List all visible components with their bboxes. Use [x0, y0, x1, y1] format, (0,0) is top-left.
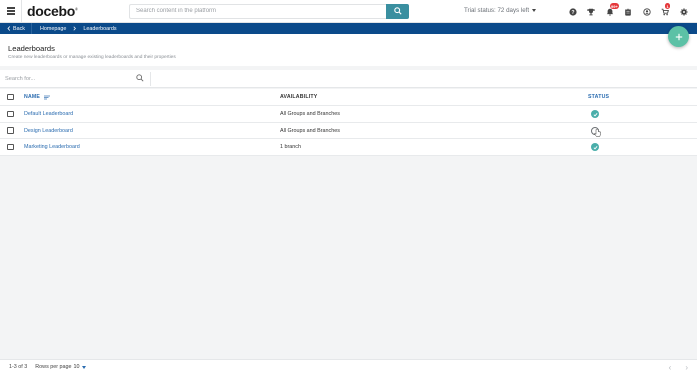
- breadcrumb-homepage[interactable]: Homepage: [40, 26, 66, 32]
- search-button[interactable]: [386, 3, 409, 19]
- help-icon: ?: [569, 7, 577, 15]
- back-button[interactable]: Back: [0, 23, 32, 34]
- leaderboard-button[interactable]: [582, 0, 601, 23]
- trial-status[interactable]: Trial status: 72 days left: [464, 7, 537, 14]
- pager: ‹ ›: [669, 363, 688, 372]
- table-header: NAME AVAILABILITY STATUS: [0, 89, 697, 106]
- divider: [150, 72, 151, 86]
- breadcrumb-leaderboards: Leaderboards: [83, 25, 117, 32]
- pointer-cursor-icon: [594, 128, 601, 137]
- chevron-right-icon: [73, 26, 77, 31]
- tasks-button[interactable]: [619, 0, 638, 23]
- check-icon: [593, 112, 597, 116]
- search-icon[interactable]: [136, 74, 144, 82]
- availability-value: All Groups and Branches: [280, 127, 340, 134]
- leaderboard-name-link[interactable]: Marketing Leaderboard: [24, 144, 80, 150]
- top-icons: ? 99+ 1: [564, 0, 694, 23]
- global-search-input[interactable]: [129, 3, 386, 19]
- page-header: Leaderboards Create new leaderboards or …: [0, 34, 697, 66]
- status-active-icon[interactable]: [591, 110, 599, 118]
- search-icon: [393, 7, 402, 15]
- trophy-icon: [587, 8, 596, 15]
- pagination-range: 1-3 of 3: [9, 364, 28, 370]
- filter-bar: [0, 70, 697, 88]
- sort-icon: [44, 95, 51, 99]
- clipboard-icon: [625, 7, 632, 16]
- filter-search-input[interactable]: [5, 73, 135, 85]
- notifications-button[interactable]: 99+: [601, 0, 620, 23]
- column-name-label: NAME: [24, 94, 41, 100]
- notifications-badge: 99+: [609, 3, 620, 9]
- chevron-down-icon: [81, 365, 86, 369]
- availability-value: 1 branch: [280, 144, 301, 151]
- menu-icon[interactable]: [0, 0, 22, 23]
- next-page-button[interactable]: ›: [685, 363, 688, 372]
- chevron-down-icon: [532, 9, 537, 12]
- trial-status-text: Trial status: 72 days left: [464, 7, 530, 14]
- cart-button[interactable]: 1: [656, 0, 675, 23]
- settings-button[interactable]: [675, 0, 694, 23]
- help-button[interactable]: ?: [564, 0, 583, 23]
- top-bar: docebo® Trial status: 72 days left ? 99+…: [0, 0, 697, 23]
- check-icon: [593, 145, 597, 150]
- gear-icon: [680, 7, 688, 16]
- row-checkbox[interactable]: [7, 110, 14, 118]
- table-row[interactable]: Marketing Leaderboard 1 branch: [0, 139, 697, 157]
- page-title: Leaderboards: [8, 44, 55, 53]
- logo-text: docebo: [27, 3, 75, 19]
- leaderboard-name-link[interactable]: Default Leaderboard: [24, 111, 73, 117]
- column-availability-header: AVAILABILITY: [280, 94, 318, 100]
- breadcrumb: Back Homepage Leaderboards: [0, 23, 697, 34]
- column-name-header[interactable]: NAME: [24, 94, 51, 100]
- plus-icon: [675, 33, 682, 40]
- row-checkbox[interactable]: [7, 143, 14, 151]
- availability-value: All Groups and Branches: [280, 110, 340, 117]
- logo[interactable]: docebo®: [27, 3, 123, 19]
- row-checkbox[interactable]: [7, 127, 14, 134]
- table-row[interactable]: Default Leaderboard All Groups and Branc…: [0, 106, 697, 123]
- status-active-icon[interactable]: [591, 143, 599, 152]
- column-status-header: STATUS: [588, 94, 610, 100]
- user-sync-icon: [643, 7, 651, 16]
- chevron-left-icon: [7, 26, 11, 31]
- pagination-bar: 1-3 of 3 Rows per page 10 ‹ ›: [0, 359, 697, 374]
- table-row[interactable]: Design Leaderboard All Groups and Branch…: [0, 123, 697, 140]
- leaderboard-name-link[interactable]: Design Leaderboard: [24, 128, 73, 134]
- page-subtitle: Create new leaderboards or manage existi…: [8, 55, 176, 60]
- back-label: Back: [13, 25, 25, 32]
- add-leaderboard-button[interactable]: [668, 26, 689, 47]
- rows-per-page-label: Rows per page: [35, 364, 72, 370]
- previous-page-button[interactable]: ‹: [669, 363, 672, 372]
- svg-text:?: ?: [571, 9, 574, 15]
- user-switch-button[interactable]: [638, 0, 657, 23]
- rows-per-page-select[interactable]: Rows per page 10: [35, 364, 86, 370]
- messages-badge: 1: [665, 3, 671, 9]
- leaderboards-table: NAME AVAILABILITY STATUS Default Leaderb…: [0, 89, 697, 157]
- global-search: [129, 3, 409, 19]
- rows-per-page-value: 10: [73, 364, 80, 370]
- select-all-checkbox[interactable]: [7, 93, 14, 101]
